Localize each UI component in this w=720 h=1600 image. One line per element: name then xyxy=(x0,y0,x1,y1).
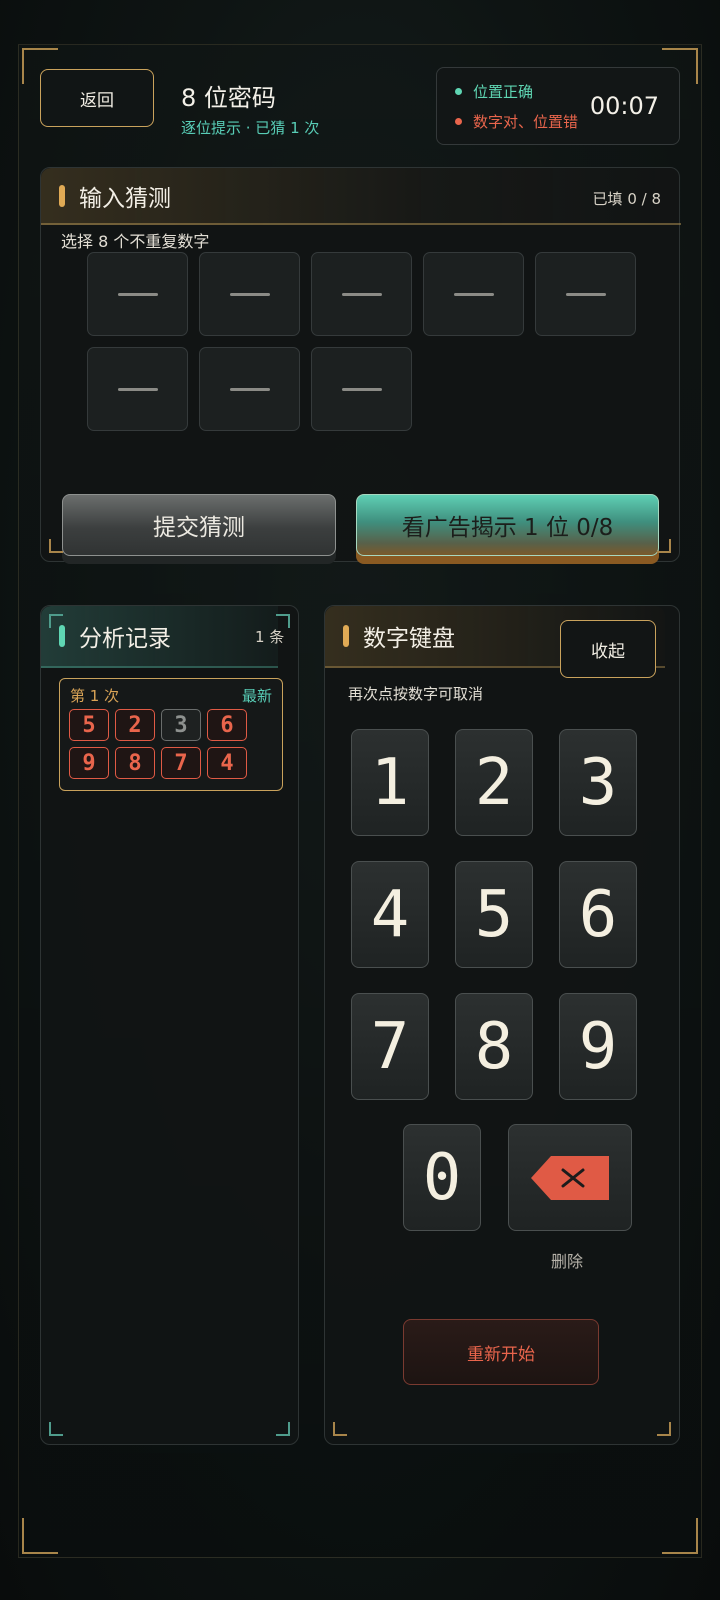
input-panel: 输入猜测 已填 0 / 8 选择 8 个不重复数字 提交猜测 看广告揭示 1 位… xyxy=(40,167,681,562)
ad-reveal-button[interactable]: 看广告揭示 1 位 0/8 xyxy=(356,494,659,556)
key-4[interactable]: 4 xyxy=(351,861,429,968)
record-digit: 5 xyxy=(69,709,109,741)
analysis-panel: 分析记录 1 条 第 1 次 最新 5236 9874 xyxy=(40,605,299,1445)
key-5[interactable]: 5 xyxy=(455,861,533,968)
analysis-panel-title: 分析记录 xyxy=(79,626,171,652)
key-0[interactable]: 0 xyxy=(403,1124,481,1231)
delete-button[interactable] xyxy=(508,1124,632,1231)
panel-corner xyxy=(657,1422,671,1436)
guess-record: 第 1 次 最新 5236 9874 xyxy=(59,678,283,791)
panel-corner xyxy=(276,1422,290,1436)
key-3[interactable]: 3 xyxy=(559,729,637,836)
empty-dash-icon xyxy=(341,292,382,296)
key-6[interactable]: 6 xyxy=(559,861,637,968)
green-dot-icon xyxy=(455,88,462,95)
key-2[interactable]: 2 xyxy=(455,729,533,836)
guess-slot[interactable] xyxy=(423,252,524,336)
panel-corner xyxy=(276,614,290,628)
record-digit: 2 xyxy=(115,709,155,741)
panel-corner xyxy=(657,539,671,553)
panel-corner xyxy=(49,1422,63,1436)
filled-count: 已填 0 / 8 xyxy=(592,190,661,208)
empty-dash-icon xyxy=(341,387,382,391)
header-accent-bar xyxy=(343,625,349,647)
panel-corner xyxy=(49,539,63,553)
key-1[interactable]: 1 xyxy=(351,729,429,836)
empty-dash-icon xyxy=(453,292,494,296)
keypad-hint: 再次点按数字可取消 xyxy=(348,685,484,703)
guess-slot[interactable] xyxy=(311,252,412,336)
legend-misplaced-label: 数字对、位置错 xyxy=(473,113,579,131)
analysis-panel-header: 分析记录 xyxy=(41,606,278,668)
timer: 00:07 xyxy=(589,92,659,120)
panel-corner xyxy=(49,614,63,628)
guess-slots xyxy=(87,252,647,431)
status-box: 位置正确 数字对、位置错 00:07 xyxy=(436,67,680,145)
input-panel-title: 输入猜测 xyxy=(79,185,171,212)
collapse-button[interactable]: 收起 xyxy=(560,620,656,678)
empty-dash-icon xyxy=(229,292,270,296)
keypad-panel: 数字键盘 收起 再次点按数字可取消 1 2 3 4 5 6 7 8 9 0 删除… xyxy=(324,605,680,1445)
back-button[interactable]: 返回 xyxy=(40,69,154,127)
empty-dash-icon xyxy=(565,292,606,296)
record-digit: 4 xyxy=(207,747,247,779)
empty-dash-icon xyxy=(117,292,158,296)
keypad-panel-title: 数字键盘 xyxy=(363,626,455,652)
red-dot-icon xyxy=(455,118,462,125)
guess-slot[interactable] xyxy=(87,347,188,431)
empty-dash-icon xyxy=(229,387,270,391)
guess-slot[interactable] xyxy=(311,347,412,431)
input-hint: 选择 8 个不重复数字 xyxy=(61,232,210,251)
guess-slot[interactable] xyxy=(199,252,300,336)
record-label: 第 1 次 xyxy=(70,687,120,705)
guess-slot[interactable] xyxy=(87,252,188,336)
frame-corner-bottom-left xyxy=(22,1518,58,1554)
legend-correct: 位置正确 xyxy=(455,81,533,102)
guess-slot[interactable] xyxy=(535,252,636,336)
record-digit: 8 xyxy=(115,747,155,779)
record-latest-badge: 最新 xyxy=(241,687,272,705)
record-digit: 3 xyxy=(161,709,201,741)
header-accent-bar xyxy=(59,625,65,647)
key-9[interactable]: 9 xyxy=(559,993,637,1100)
submit-guess-button[interactable]: 提交猜测 xyxy=(62,494,336,556)
record-digit: 6 xyxy=(207,709,247,741)
panel-corner xyxy=(333,1422,347,1436)
guess-slot[interactable] xyxy=(199,347,300,431)
legend-correct-label: 位置正确 xyxy=(473,83,534,101)
record-digit: 9 xyxy=(69,747,109,779)
input-panel-header: 输入猜测 xyxy=(41,168,681,225)
delete-label: 删除 xyxy=(551,1252,584,1271)
record-digits: 5236 9874 xyxy=(69,709,279,779)
header-accent-bar xyxy=(59,184,65,207)
frame-corner-bottom-right xyxy=(662,1518,698,1554)
page-title: 8 位密码 xyxy=(181,84,276,112)
empty-dash-icon xyxy=(117,387,158,391)
record-count: 1 条 xyxy=(255,628,285,646)
page-subtitle: 逐位提示 · 已猜 1 次 xyxy=(181,119,320,137)
key-7[interactable]: 7 xyxy=(351,993,429,1100)
key-8[interactable]: 8 xyxy=(455,993,533,1100)
legend-misplaced: 数字对、位置错 xyxy=(455,111,578,132)
restart-button[interactable]: 重新开始 xyxy=(403,1319,599,1385)
record-digit: 7 xyxy=(161,747,201,779)
backspace-icon xyxy=(531,1155,609,1200)
